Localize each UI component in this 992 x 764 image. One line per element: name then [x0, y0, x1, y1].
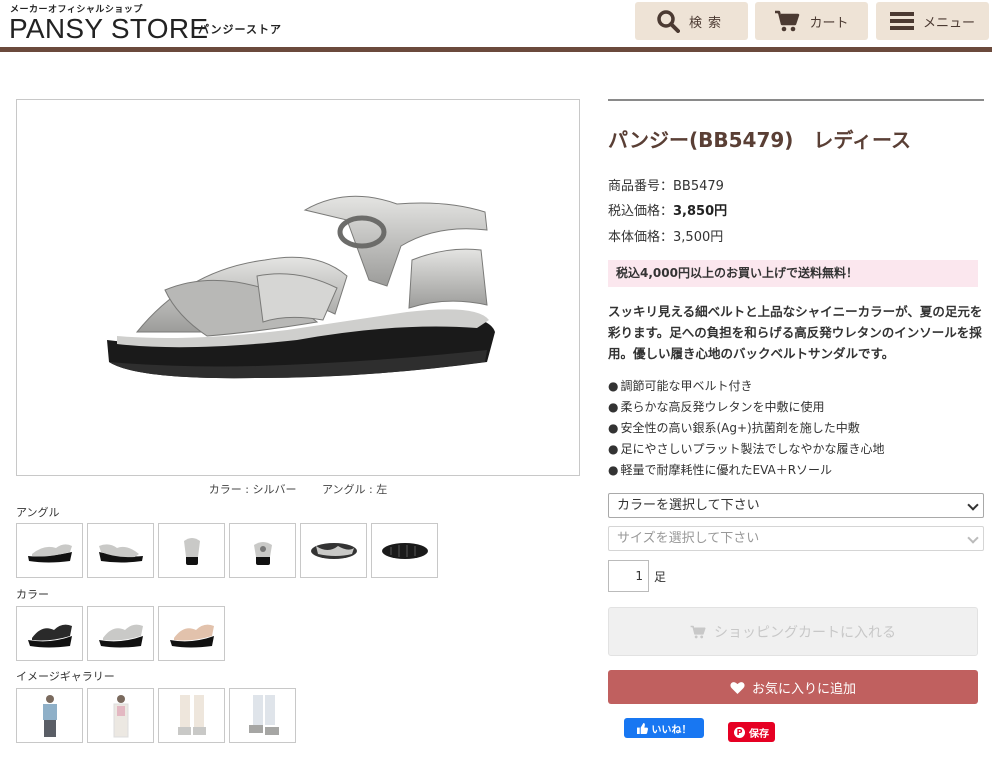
angle-thumb-top[interactable] [300, 523, 367, 578]
model-photo [42, 694, 57, 737]
menu-button-label: メニュー [922, 15, 975, 31]
quantity-input[interactable]: 1 [608, 560, 649, 592]
tax-price-label: 税込価格： [608, 204, 674, 219]
sandal-thumbnail [98, 624, 143, 647]
gallery-thumb-3[interactable] [158, 688, 225, 743]
color-select-value: カラーを選択して下さい [617, 498, 760, 513]
header-divider [0, 47, 992, 52]
main-product-image[interactable] [16, 99, 580, 476]
logo-subtitle: パンジーストア [198, 23, 282, 36]
angle-thumb-front[interactable] [158, 523, 225, 578]
thumbs-up-icon [636, 722, 648, 734]
add-favorite-label: お気に入りに追加 [751, 681, 856, 697]
quantity-unit: 足 [654, 570, 667, 584]
size-select-value: サイズを選択して下さい [617, 531, 760, 546]
model-photo [177, 694, 206, 735]
product-code-value: BB5479 [673, 179, 724, 194]
product-description: スッキリ見える細ベルトと上品なシャイニーカラーが、夏の足元を彩ります。足への負担… [608, 304, 983, 361]
hamburger-icon [889, 12, 914, 30]
sandal-thumbnail [169, 624, 214, 647]
product-code-label: 商品番号： [608, 179, 674, 194]
heart-icon [730, 681, 745, 694]
caption-angle: アングル : 左 [321, 483, 388, 496]
sandal-thumbnail [98, 543, 143, 562]
color-thumb-black[interactable] [16, 606, 83, 661]
cart-icon [690, 625, 706, 638]
facebook-like-button[interactable]: いいね！ [624, 718, 704, 738]
title-rule [608, 99, 984, 101]
image-caption: カラー : シルバー アングル : 左 [16, 481, 580, 497]
pinterest-save-label: 保存 [749, 728, 769, 740]
feature-list: 調節可能な甲ベルト付き 柔らかな高反発ウレタンを中敷に使用 安全性の高い銀系(A… [608, 376, 984, 481]
angle-thumb-left[interactable] [16, 523, 83, 578]
base-price-value: 3,500円 [673, 230, 724, 245]
feature-item: 足にやさしいプラット製法でしなやかな履き心地 [608, 439, 984, 460]
feature-item: 柔らかな高反発ウレタンを中敷に使用 [608, 397, 984, 418]
color-thumb-silver[interactable] [87, 606, 154, 661]
angle-thumb-sole[interactable] [371, 523, 438, 578]
color-section-label: カラー [16, 588, 49, 601]
sandal-thumbnail [27, 543, 72, 562]
feature-item: 調節可能な甲ベルト付き [608, 376, 984, 397]
color-select[interactable]: カラーを選択して下さい [608, 493, 984, 518]
color-thumb-beige[interactable] [158, 606, 225, 661]
base-price: 本体価格：3,500円 [608, 226, 723, 245]
model-photo [113, 694, 128, 737]
sandal-thumbnail [27, 624, 72, 647]
add-to-cart-label: ショッピングカートに入れる [714, 624, 896, 641]
chevron-down-icon [967, 499, 979, 511]
tax-price: 税込価格：3,850円 [608, 200, 727, 219]
search-icon [657, 10, 680, 33]
sandal-thumbnail [381, 542, 428, 559]
product-code: 商品番号：BB5479 [608, 175, 724, 194]
gallery-thumb-1[interactable] [16, 688, 83, 743]
model-photo [248, 694, 279, 735]
image-gallery-label: イメージギャラリー [16, 670, 115, 683]
sandal-thumbnail [183, 537, 200, 565]
size-select[interactable]: サイズを選択して下さい [608, 526, 984, 551]
feature-item: 軽量で耐摩耗性に優れたEVA＋Rソール [608, 460, 984, 481]
add-to-cart-button[interactable]: ショッピングカートに入れる [608, 607, 978, 656]
angle-thumb-back[interactable] [229, 523, 296, 578]
pinterest-icon: P [734, 726, 745, 738]
cart-button-label: カート [809, 15, 849, 31]
search-button[interactable]: 検索 [635, 2, 748, 40]
sandal-thumbnail [310, 542, 357, 559]
cart-icon [775, 10, 800, 32]
base-price-label: 本体価格： [608, 230, 674, 245]
cart-button[interactable]: カート [755, 2, 868, 40]
site-logo[interactable]: PANSY STORE [9, 13, 208, 45]
product-title: パンジー(BB5479) レディース [608, 128, 912, 152]
angle-section-label: アングル [16, 506, 60, 519]
feature-item: 安全性の高い銀系(Ag+)抗菌剤を施した中敷 [608, 418, 984, 439]
tax-price-value: 3,850円 [673, 204, 728, 219]
add-favorite-button[interactable]: お気に入りに追加 [608, 670, 978, 704]
menu-button[interactable]: メニュー [876, 2, 989, 40]
search-button-label: 検索 [688, 15, 727, 31]
gallery-thumb-2[interactable] [87, 688, 154, 743]
facebook-like-label: いいね！ [651, 724, 692, 736]
site-header: メーカーオフィシャルショップ PANSY STORE パンジーストア 検索 カー… [0, 0, 992, 48]
pinterest-save-button[interactable]: P 保存 [728, 722, 775, 742]
sandal-thumbnail [253, 541, 272, 565]
angle-thumb-right[interactable] [87, 523, 154, 578]
caption-color: カラー : シルバー [208, 483, 297, 496]
chevron-down-icon [967, 532, 979, 544]
sandal-image [107, 195, 495, 379]
free-shipping-notice: 税込4,000円以上のお買い上げで送料無料！ [608, 260, 978, 287]
gallery-thumb-4[interactable] [229, 688, 296, 743]
